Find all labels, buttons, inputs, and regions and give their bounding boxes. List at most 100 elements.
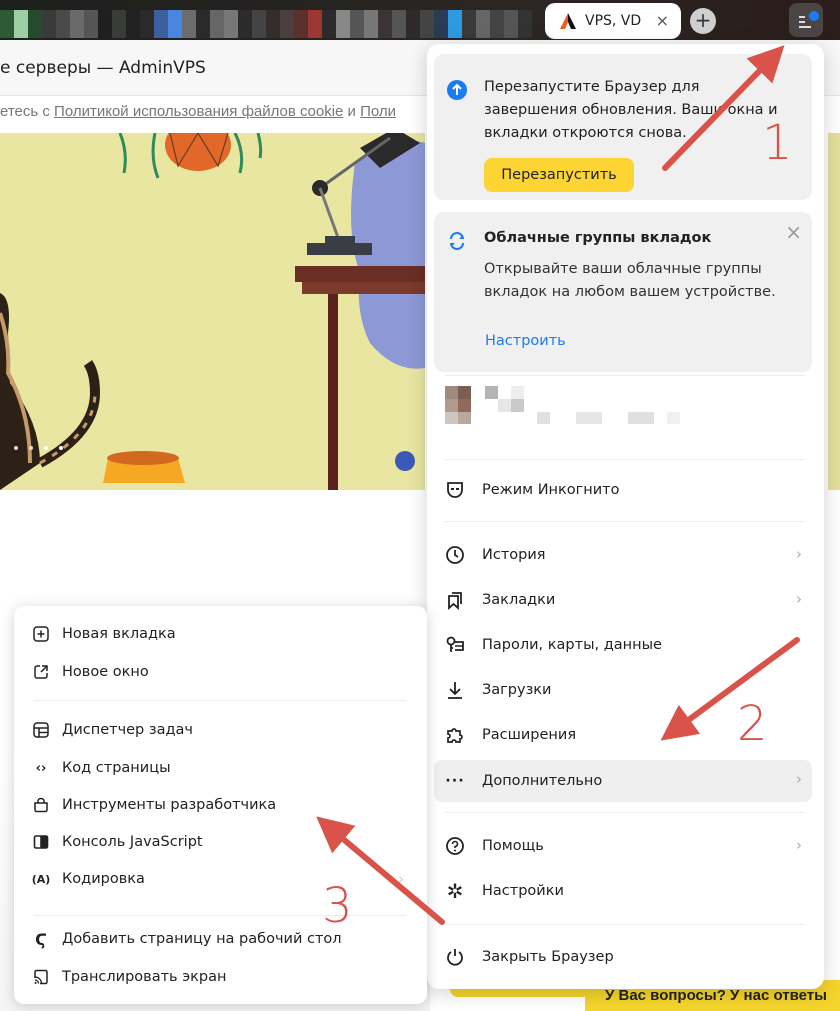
browser-menu-button[interactable]: [789, 3, 823, 37]
hero-illustration: [0, 133, 425, 490]
submenu-item-js-console[interactable]: Консоль JavaScript: [24, 825, 414, 859]
submenu-item-label: Диспетчер задач: [62, 722, 193, 738]
cloud-tab-groups-card: Облачные группы вкладок Открывайте ваши …: [434, 212, 812, 372]
update-badge: [809, 11, 819, 21]
menu-item-help[interactable]: Помощь ›: [434, 826, 812, 866]
submenu-item-cast[interactable]: Транслировать экран: [24, 960, 414, 994]
user-profile[interactable]: [445, 386, 705, 436]
submenu-item-new-window[interactable]: Новое окно: [24, 655, 414, 689]
submenu-item-task-manager[interactable]: Диспетчер задач: [24, 713, 414, 747]
cookie-policy-link[interactable]: Политикой использования файлов cookie: [54, 103, 343, 120]
active-tab[interactable]: VPS, VD ×: [545, 3, 681, 39]
task-manager-icon: [32, 721, 50, 739]
menu-item-label: История: [482, 547, 546, 563]
download-icon: [444, 679, 466, 701]
divider: [445, 924, 805, 925]
cast-icon: [32, 968, 50, 986]
submenu-item-page-source[interactable]: ‹› Код страницы: [24, 751, 414, 785]
divider: [445, 375, 805, 376]
restart-button[interactable]: Перезапустить: [484, 158, 634, 192]
submenu-item-new-tab[interactable]: Новая вкладка: [24, 617, 414, 651]
console-icon: [32, 833, 50, 851]
page-title: е серверы — AdminVPS: [0, 58, 206, 78]
menu-item-label: Режим Инкогнито: [482, 482, 620, 498]
chevron-right-icon: ›: [796, 836, 802, 854]
submenu-item-label: Кодировка: [62, 871, 145, 887]
more-icon: ···: [445, 773, 465, 789]
tab-bar: VPS, VD × +: [0, 0, 840, 40]
submenu-item-label: Новая вкладка: [62, 626, 176, 642]
history-icon: [444, 544, 466, 566]
update-card: Перезапустите Браузер для завершения обн…: [434, 54, 812, 200]
chevron-right-icon: ›: [398, 870, 404, 888]
menu-item-label: Помощь: [482, 838, 544, 854]
divider: [34, 700, 406, 701]
settings-icon: ✲: [446, 879, 464, 903]
update-arrow-icon: [447, 80, 467, 100]
submenu-item-label: Инструменты разработчика: [62, 797, 277, 813]
chevron-right-icon: ›: [796, 590, 802, 608]
cookie-text-and: и: [343, 103, 361, 120]
cookie-text: етесь с: [0, 103, 55, 120]
power-icon: [444, 946, 466, 968]
menu-item-incognito[interactable]: Режим Инкогнито: [434, 470, 812, 510]
chevron-right-icon: ›: [796, 770, 802, 788]
cloud-card-title: Облачные группы вкладок: [484, 230, 712, 246]
tab-close-icon[interactable]: ×: [656, 11, 669, 30]
hero-edge: [828, 133, 840, 490]
adminvps-logo-icon: [560, 13, 576, 29]
menu-item-label: Загрузки: [482, 682, 552, 698]
menu-item-settings[interactable]: ✲ Настройки: [434, 871, 812, 911]
menu-item-passwords[interactable]: Пароли, карты, данные: [434, 625, 812, 665]
new-window-icon: [32, 663, 50, 681]
code-icon: ‹›: [35, 760, 47, 776]
new-tab-button[interactable]: +: [690, 8, 716, 34]
step-number-2: 2: [737, 696, 768, 752]
privacy-policy-link[interactable]: Поли: [360, 103, 396, 120]
incognito-icon: [444, 479, 466, 501]
pixelated-tabs[interactable]: [0, 10, 532, 38]
submenu-item-devtools[interactable]: Инструменты разработчика: [24, 788, 414, 822]
extensions-icon: [444, 724, 466, 746]
close-card-icon[interactable]: ×: [785, 220, 802, 244]
more-submenu: Новая вкладка Новое окно Диспетчер задач…: [14, 606, 427, 1004]
submenu-item-label: Добавить страницу на рабочий стол: [62, 931, 342, 947]
step-number-3: 3: [322, 878, 353, 934]
submenu-item-label: Консоль JavaScript: [62, 834, 203, 850]
menu-item-label: Закрыть Браузер: [482, 949, 614, 965]
cloud-card-body: Открывайте ваши облачные группы вкладок …: [484, 261, 776, 300]
divider: [445, 459, 805, 460]
menu-item-label: Расширения: [482, 727, 577, 743]
setup-link[interactable]: Настроить: [485, 333, 566, 349]
hero-scene: [0, 133, 425, 490]
menu-item-label: Закладки: [482, 592, 556, 608]
divider: [445, 812, 805, 813]
menu-item-label: Настройки: [482, 883, 564, 899]
submenu-item-label: Транслировать экран: [62, 969, 227, 985]
help-icon: [444, 835, 466, 857]
passwords-icon: [444, 634, 466, 656]
new-tab-icon: [32, 625, 50, 643]
browser-main-menu: Перезапустите Браузер для завершения обн…: [427, 44, 824, 989]
chevron-right-icon: ›: [796, 545, 802, 563]
submenu-item-label: Новое окно: [62, 664, 149, 680]
tab-title: VPS, VD: [585, 13, 642, 29]
submenu-item-add-to-desktop[interactable]: Ϛ Добавить страницу на рабочий стол: [24, 922, 414, 956]
add-to-desktop-icon: Ϛ: [35, 929, 47, 949]
menu-item-bookmarks[interactable]: Закладки ›: [434, 580, 812, 620]
bookmarks-icon: [444, 589, 466, 611]
divider: [445, 521, 805, 522]
submenu-item-encoding[interactable]: (A) Кодировка ›: [24, 862, 414, 896]
submenu-item-label: Код страницы: [62, 760, 171, 776]
devtools-icon: [32, 796, 50, 814]
menu-item-history[interactable]: История ›: [434, 535, 812, 575]
cookie-notice: етесь с Политикой использования файлов c…: [0, 103, 396, 120]
menu-item-close-browser[interactable]: Закрыть Браузер: [434, 937, 812, 977]
step-number-1: 1: [762, 115, 793, 171]
menu-item-label: Пароли, карты, данные: [482, 637, 662, 653]
sync-icon: [450, 232, 464, 250]
menu-item-more[interactable]: ··· Дополнительно ›: [434, 760, 812, 802]
update-text: Перезапустите Браузер для завершения обн…: [484, 79, 778, 141]
menu-item-label: Дополнительно: [482, 773, 603, 789]
encoding-icon: (A): [31, 872, 51, 886]
